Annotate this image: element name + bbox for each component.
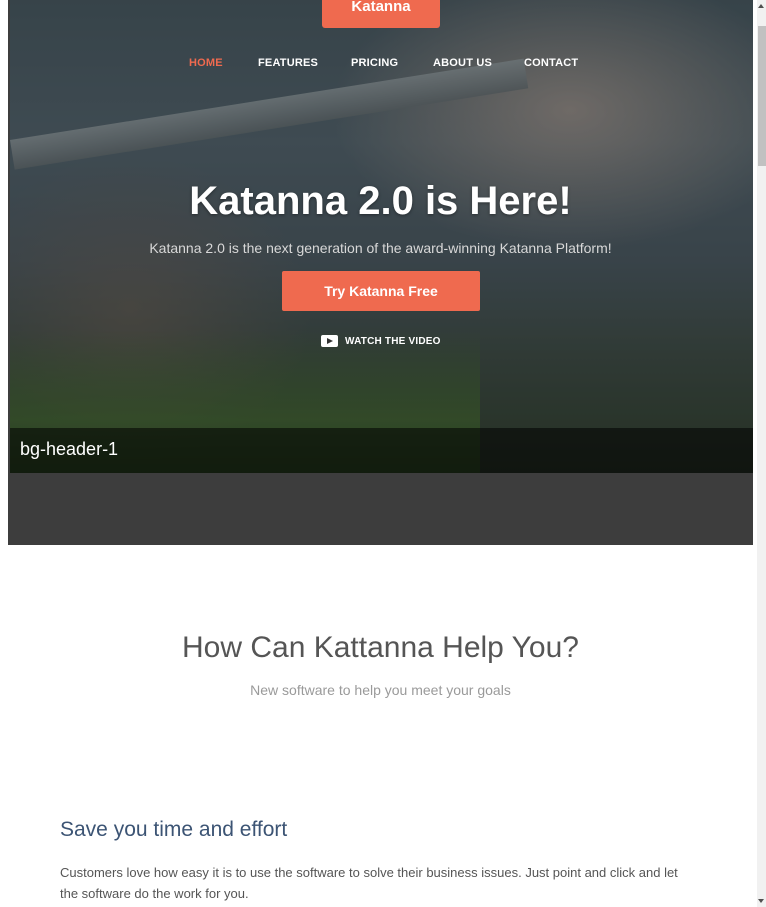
- nav-home[interactable]: HOME: [189, 57, 223, 69]
- hero-section: Katanna HOME FEATURES PRICING ABOUT US C…: [8, 0, 753, 545]
- play-icon: [321, 335, 338, 347]
- main-nav: HOME FEATURES PRICING ABOUT US CONTACT: [8, 57, 753, 73]
- scroll-down-arrow-icon[interactable]: [757, 895, 766, 907]
- hero-subtitle: Katanna 2.0 is the next generation of th…: [149, 240, 612, 256]
- vertical-scrollbar[interactable]: [757, 0, 766, 907]
- try-free-button[interactable]: Try Katanna Free: [282, 271, 480, 311]
- logo-text: Katanna: [351, 0, 411, 15]
- watch-video-label: WATCH THE VIDEO: [345, 335, 441, 347]
- page: Katanna HOME FEATURES PRICING ABOUT US C…: [0, 0, 757, 907]
- scroll-up-arrow-icon[interactable]: [757, 0, 766, 12]
- nav-contact[interactable]: CONTACT: [524, 57, 578, 69]
- scrollbar-thumb[interactable]: [758, 26, 766, 166]
- section-subtitle: New software to help you meet your goals: [250, 682, 511, 698]
- nav-pricing[interactable]: PRICING: [351, 57, 398, 69]
- image-caption-bar: bg-header-1: [10, 428, 753, 473]
- nav-features[interactable]: FEATURES: [258, 57, 318, 69]
- feature-text: Customers love how easy it is to use the…: [60, 865, 678, 901]
- feature-title: Save you time and effort: [60, 818, 288, 841]
- image-caption: bg-header-1: [20, 439, 119, 459]
- hero-title: Katanna 2.0 is Here!: [189, 179, 572, 223]
- section-title: How Can Kattanna Help You?: [182, 631, 579, 664]
- nav-about-us[interactable]: ABOUT US: [433, 57, 492, 69]
- watch-video-link[interactable]: WATCH THE VIDEO: [321, 334, 441, 348]
- logo[interactable]: Katanna: [322, 0, 440, 28]
